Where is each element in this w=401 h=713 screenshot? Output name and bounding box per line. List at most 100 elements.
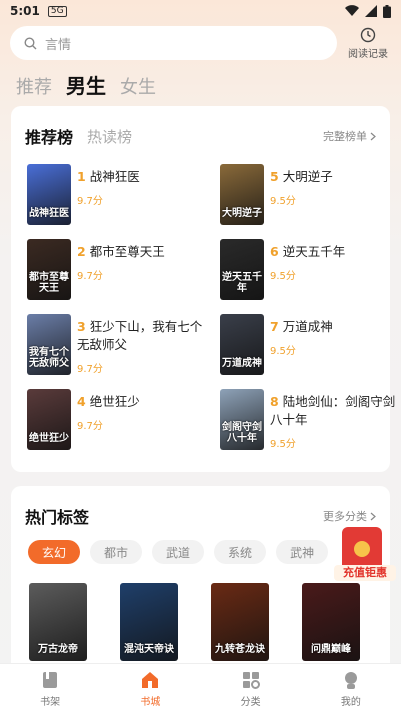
hot-tags-title: 热门标签: [25, 508, 90, 527]
book-cover-title: 万道成神: [222, 358, 262, 369]
rank-item[interactable]: 万道成神 7 万道成神 9.5分: [220, 314, 401, 378]
tab-female[interactable]: 女生: [120, 73, 156, 99]
book-score: 9.5分: [270, 439, 296, 450]
battery-icon: [383, 4, 391, 18]
book-cover: 大明逆子: [220, 164, 264, 225]
nav-label: 书城: [140, 696, 161, 708]
book-title: 战神狂医: [89, 169, 140, 184]
more-categories-label: 更多分类: [323, 510, 367, 523]
search-row: 言情 阅读记录: [10, 24, 393, 62]
nav-profile[interactable]: 我的: [301, 664, 401, 713]
rank-item[interactable]: 大明逆子 5 大明逆子 9.5分: [220, 164, 401, 228]
full-ranking-link[interactable]: 完整榜单: [323, 128, 376, 144]
tab-recommend[interactable]: 推荐: [16, 73, 52, 99]
nav-label: 分类: [240, 696, 261, 708]
promo-label: 充值钜惠: [334, 565, 396, 581]
tag-book-list: 万古龙帝 混沌天帝诀 九转苍龙诀 问鼎巅峰: [29, 583, 360, 661]
book-cover[interactable]: 九转苍龙诀: [211, 583, 269, 661]
rank-item[interactable]: 都市至尊天王 2 都市至尊天王 9.7分: [27, 239, 212, 303]
book-score: 9.7分: [77, 196, 103, 207]
rank-item[interactable]: 战神狂医 1 战神狂医 9.7分: [27, 164, 212, 228]
book-cover: 剑阁守剑八十年: [220, 389, 264, 450]
book-cover-title: 问鼎巅峰: [311, 644, 351, 655]
rank-item[interactable]: 我有七个无敌师父 3 狂少下山，我有七个无敌师父 9.7分: [27, 314, 212, 378]
tag-chip-wudao[interactable]: 武道: [152, 540, 205, 564]
book-title: 大明逆子: [282, 169, 333, 184]
more-categories-link[interactable]: 更多分类: [323, 508, 376, 524]
chevron-right-icon: [370, 132, 376, 140]
book-score: 9.5分: [270, 346, 296, 357]
book-cover: 都市至尊天王: [27, 239, 71, 300]
book-score: 9.7分: [77, 271, 103, 282]
book-cover-title: 我有七个无敌师父: [29, 347, 69, 369]
rank-number: 7: [270, 319, 279, 334]
nav-bookshelf[interactable]: 书架: [0, 664, 100, 713]
book-cover[interactable]: 万古龙帝: [29, 583, 87, 661]
bottom-nav: 书架 书城 分类 我的: [0, 663, 401, 713]
book-icon: [43, 671, 58, 688]
reading-history-button[interactable]: 阅读记录: [343, 27, 393, 60]
status-time: 5:01: [10, 4, 40, 18]
tag-chip-dushi[interactable]: 都市: [90, 540, 143, 564]
rank-number: 3: [77, 319, 86, 334]
rank-number: 1: [77, 169, 86, 184]
status-bar: 5:01 5G: [0, 0, 401, 22]
chevron-right-icon: [370, 512, 376, 520]
rank-item[interactable]: 剑阁守剑八十年 8 陆地剑仙：剑阁守剑八十年 9.5分: [220, 389, 401, 453]
tag-chip-wushen[interactable]: 武神: [276, 540, 329, 564]
book-title: 逆天五千年: [282, 244, 346, 259]
book-cover[interactable]: 混沌天帝诀: [120, 583, 178, 661]
book-cover: 我有七个无敌师父: [27, 314, 71, 375]
nav-label: 书架: [40, 696, 61, 708]
book-cover: 绝世狂少: [27, 389, 71, 450]
rank-number: 6: [270, 244, 279, 259]
rank-number: 5: [270, 169, 279, 184]
book-cover-title: 大明逆子: [222, 208, 262, 219]
nav-category[interactable]: 分类: [201, 664, 301, 713]
book-cover-title: 都市至尊天王: [29, 272, 69, 294]
book-cover-title: 战神狂医: [29, 208, 69, 219]
search-placeholder: 言情: [45, 37, 72, 53]
tab-male[interactable]: 男生: [66, 70, 106, 99]
book-title: 狂少下山，我有七个无敌师父: [77, 319, 203, 352]
rank-number: 8: [270, 394, 279, 409]
book-cover-title: 逆天五千年: [222, 272, 262, 294]
wifi-icon: [345, 5, 359, 17]
nav-bookstore[interactable]: 书城: [100, 664, 200, 713]
clock-icon: [360, 27, 376, 42]
book-score: 9.7分: [77, 364, 103, 375]
rank-item[interactable]: 绝世狂少 4 绝世狂少 9.7分: [27, 389, 212, 453]
top-tabs: 推荐 男生 女生: [16, 70, 156, 99]
tag-chip-xitong[interactable]: 系统: [214, 540, 267, 564]
book-cover-title: 混沌天帝诀: [124, 644, 174, 655]
rank-item[interactable]: 逆天五千年 6 逆天五千年 9.5分: [220, 239, 401, 303]
rank-number: 4: [77, 394, 86, 409]
ranking-tab-recommend[interactable]: 推荐榜: [25, 124, 73, 148]
book-cover-title: 九转苍龙诀: [215, 644, 265, 655]
search-input[interactable]: 言情: [10, 26, 337, 60]
nav-label: 我的: [340, 696, 361, 708]
ranking-card: 推荐榜 热读榜 完整榜单 战神狂医 1 战神狂医 9.7分 都市至尊天王 2 都市至尊…: [11, 106, 395, 472]
book-cover[interactable]: 问鼎巅峰: [302, 583, 360, 661]
book-cover-title: 万古龙帝: [38, 644, 78, 655]
ranking-header: 推荐榜 热读榜 完整榜单: [11, 106, 390, 166]
book-score: 9.5分: [270, 196, 296, 207]
tag-chip-xuanhuan[interactable]: 玄幻: [28, 540, 81, 564]
book-cover: 战神狂医: [27, 164, 71, 225]
book-cover: 逆天五千年: [220, 239, 264, 300]
search-icon: [24, 36, 37, 49]
book-title: 陆地剑仙：剑阁守剑八十年: [270, 394, 396, 427]
signal-icon: [365, 5, 377, 17]
grid-icon: [242, 671, 260, 689]
book-title: 绝世狂少: [89, 394, 140, 409]
book-title: 都市至尊天王: [89, 244, 165, 259]
book-cover: 万道成神: [220, 314, 264, 375]
rank-number: 2: [77, 244, 86, 259]
ranking-tab-hot[interactable]: 热读榜: [87, 126, 132, 147]
book-cover-title: 剑阁守剑八十年: [222, 422, 262, 444]
book-cover-title: 绝世狂少: [29, 433, 69, 444]
tag-chips: 玄幻 都市 武道 系统 武神: [28, 540, 329, 564]
book-score: 9.5分: [270, 271, 296, 282]
home-icon: [142, 671, 159, 688]
recharge-promo-button[interactable]: 充值钜惠: [334, 527, 396, 585]
